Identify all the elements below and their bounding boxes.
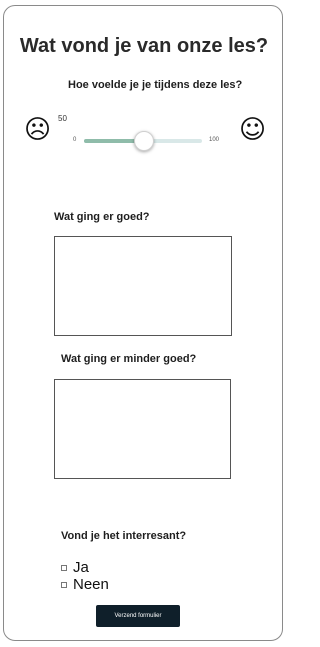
option-ja-label: Ja xyxy=(73,559,89,576)
option-neen-label: Neen xyxy=(73,576,109,593)
option-ja[interactable]: Ja xyxy=(61,560,89,575)
checkbox-neen[interactable] xyxy=(61,581,67,588)
good-question: Wat ging er goed? xyxy=(54,211,150,223)
less-good-textarea[interactable] xyxy=(54,379,231,479)
feeling-slider[interactable] xyxy=(84,131,202,151)
interesting-question: Vond je het interresant? xyxy=(61,530,187,542)
slider-value: 50 xyxy=(58,114,67,123)
slider-min-label: 0 xyxy=(73,137,77,143)
sad-face-icon: ☹ xyxy=(24,115,52,145)
slider-thumb[interactable] xyxy=(134,131,154,151)
form-title: Wat vond je van onze les? xyxy=(19,35,269,57)
less-good-question: Wat ging er minder goed? xyxy=(61,353,197,365)
option-neen[interactable]: Neen xyxy=(61,577,109,592)
feeling-question: Hoe voelde je je tijdens deze les? xyxy=(68,79,243,91)
checkbox-ja[interactable] xyxy=(61,564,67,571)
happy-face-icon: ☺ xyxy=(239,115,267,145)
slider-max-label: 100 xyxy=(209,137,220,143)
good-textarea[interactable] xyxy=(54,236,232,336)
submit-button[interactable]: Verzend formulier xyxy=(96,605,180,627)
